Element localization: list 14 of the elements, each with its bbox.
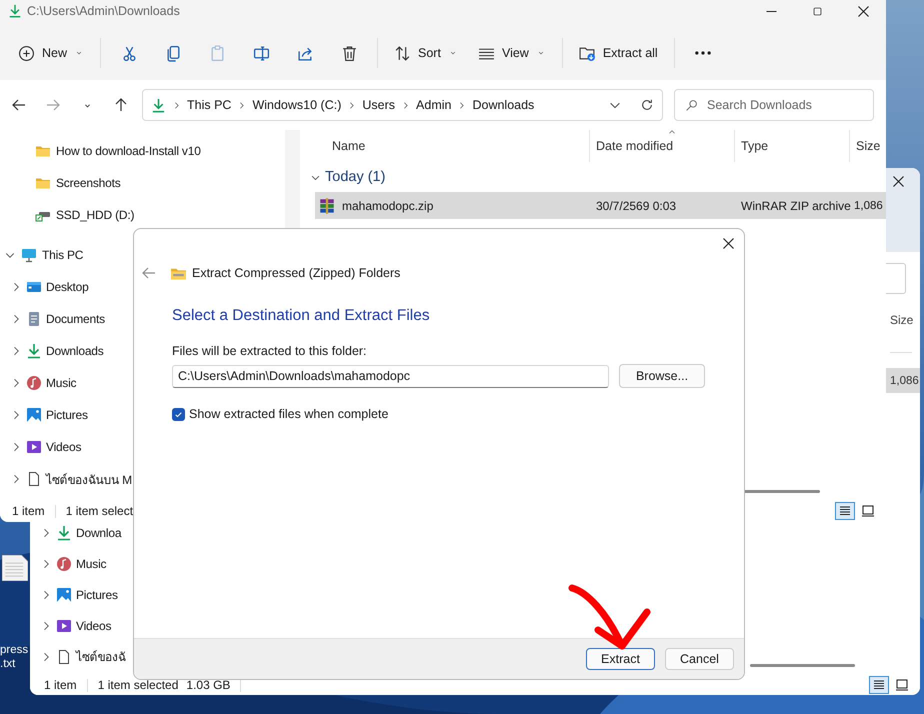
window-title: C:\Users\Admin\Downloads <box>27 4 180 18</box>
table-cell-text: 30/7/2569 0:03 <box>595 198 678 212</box>
item-count: 1 item <box>44 678 77 692</box>
heading: Select a Destination and Extract Files <box>172 307 431 325</box>
table-cell-text: 1,086 <box>853 200 884 212</box>
file-name: mahamodopc.zip <box>342 198 434 212</box>
selection-size: 1.03 GB <box>186 678 230 692</box>
table-cell-text: WinRAR ZIP archive <box>740 198 850 212</box>
desktop-icon-label: press .txt <box>0 643 30 671</box>
selection-count: 1 item selected <box>98 678 178 692</box>
field-label: Files will be extracted to this folder: <box>172 344 368 358</box>
selection-count: 1 item select <box>66 504 134 518</box>
dialog-title: Extract Compressed (Zipped) Folders <box>192 266 400 280</box>
item-count: 1 item <box>12 504 45 518</box>
